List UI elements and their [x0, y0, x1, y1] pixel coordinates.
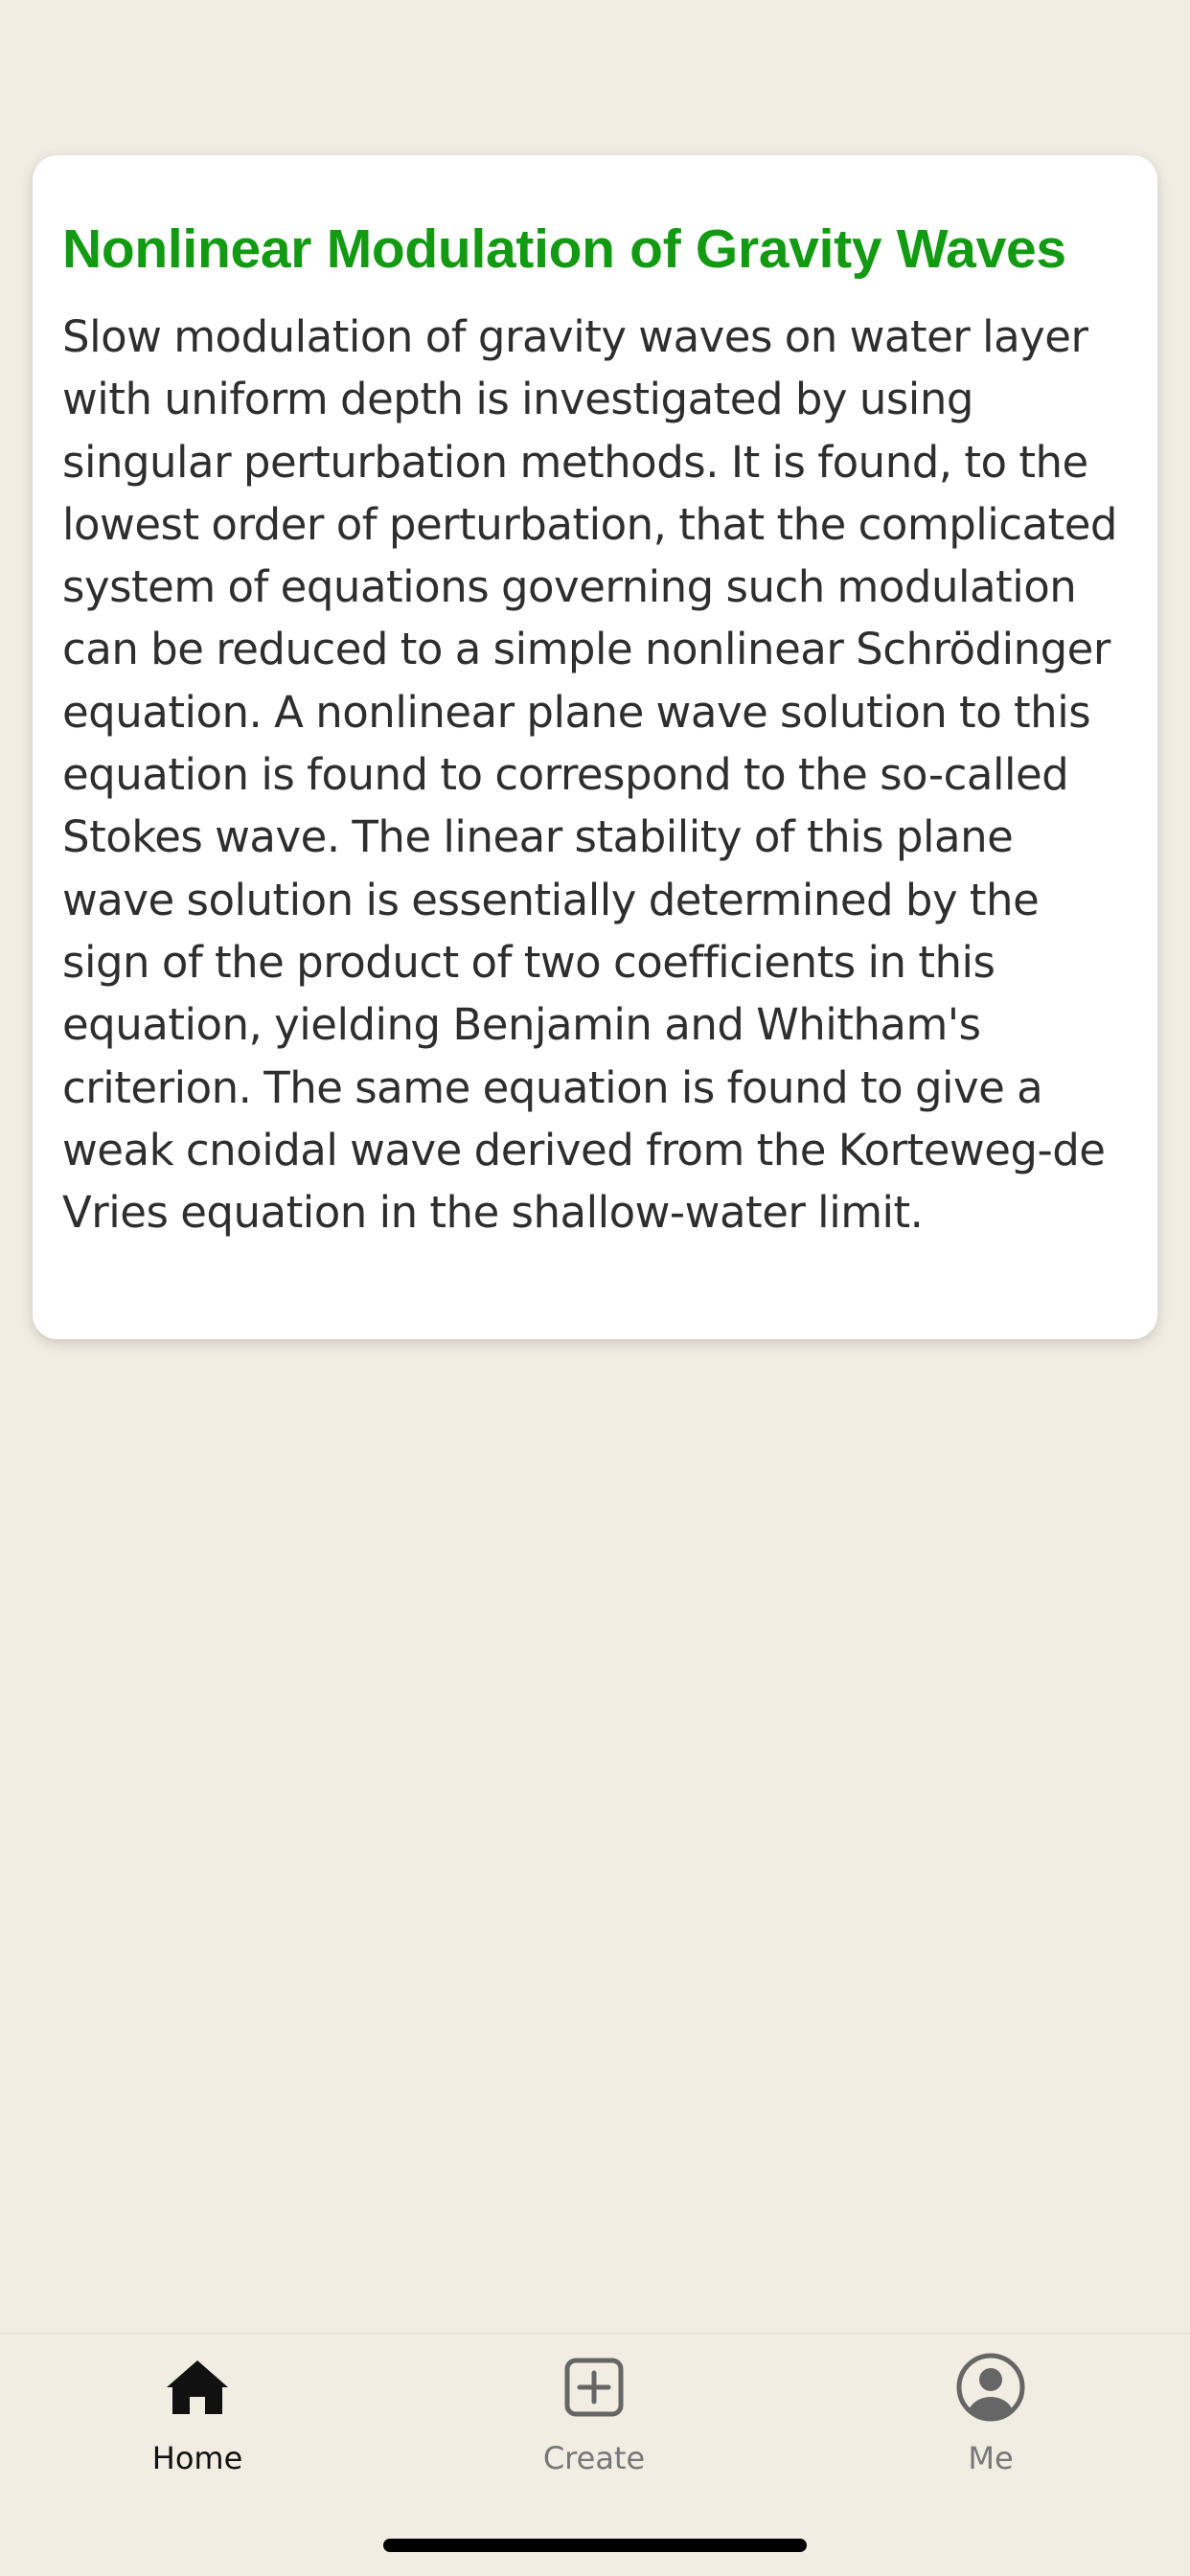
- home-indicator[interactable]: [383, 2539, 807, 2552]
- article-card[interactable]: Nonlinear Modulation of Gravity Waves Sl…: [33, 155, 1157, 1339]
- tab-me[interactable]: Me: [895, 2334, 1087, 2477]
- tab-home[interactable]: Home: [102, 2334, 293, 2477]
- article-title: Nonlinear Modulation of Gravity Waves: [62, 218, 1066, 280]
- tab-create-label: Create: [542, 2440, 646, 2476]
- tab-me-label: Me: [968, 2440, 1014, 2476]
- tab-create[interactable]: Create: [498, 2334, 690, 2477]
- article-abstract: Slow modulation of gravity waves on wate…: [62, 311, 1118, 1239]
- tab-home-label: Home: [151, 2440, 243, 2476]
- user-circle-icon: [956, 2353, 1025, 2422]
- plus-square-icon: [564, 2358, 624, 2417]
- home-icon: [167, 2360, 228, 2414]
